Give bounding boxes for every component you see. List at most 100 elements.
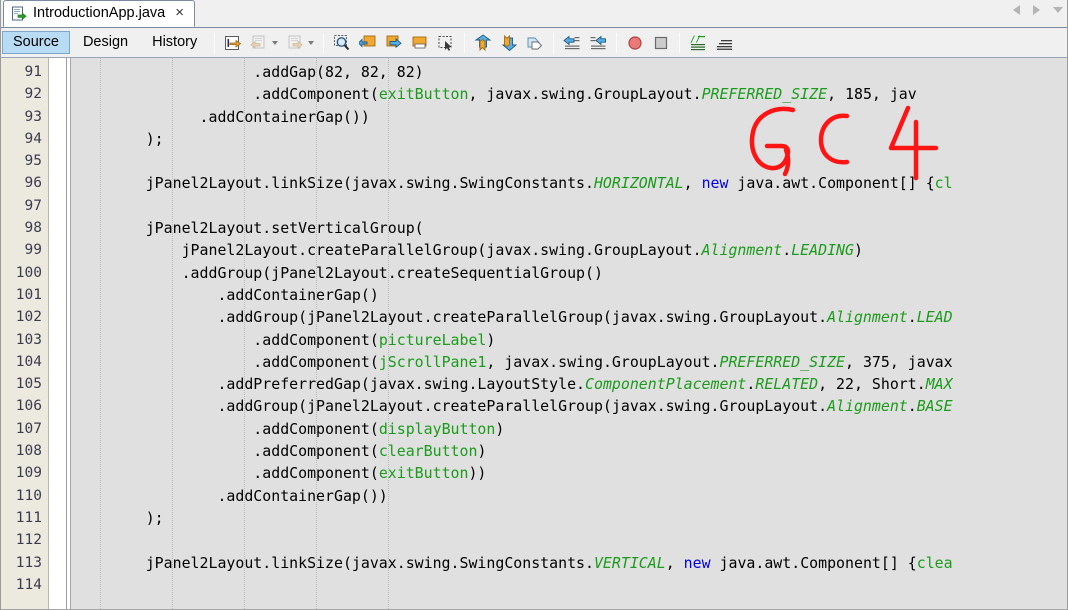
code-line: .addPreferredGap(javax.swing.LayoutStyle… bbox=[71, 373, 1067, 395]
code-token: clearButton bbox=[378, 442, 478, 461]
code-line: .addContainerGap()) bbox=[71, 485, 1067, 507]
toolbar-separator bbox=[553, 32, 555, 53]
code-token: MAX bbox=[925, 375, 953, 394]
code-line: .addComponent(clearButton) bbox=[71, 440, 1067, 462]
code-token: , javax.swing.GroupLayout. bbox=[468, 85, 702, 104]
line-number-gutter: 91 92 93 94 95 96 97 98 99 100 101 102 103 104 105 106 1… bbox=[1, 58, 49, 609]
code-line: jPanel2Layout.createParallelGroup(javax.… bbox=[71, 239, 1067, 261]
line-number: 99 bbox=[24, 242, 42, 259]
code-token: ) bbox=[486, 330, 496, 349]
code-line: .addGroup(jPanel2Layout.createParallelGr… bbox=[71, 306, 1067, 328]
find-selection-icon[interactable] bbox=[330, 31, 354, 55]
code-line: .addComponent(jScrollPane1, javax.swing.… bbox=[71, 351, 1067, 373]
toolbar-separator bbox=[679, 32, 681, 53]
tab-history[interactable]: History bbox=[141, 31, 208, 55]
find-previous-icon[interactable] bbox=[356, 31, 380, 55]
last-edit-back-dropdown-icon[interactable] bbox=[272, 40, 279, 45]
previous-bookmark-icon[interactable] bbox=[471, 31, 495, 55]
comment-icon[interactable]: // bbox=[686, 31, 710, 55]
stop-macro-recording-icon[interactable] bbox=[649, 31, 673, 55]
code-line: jPanel2Layout.setVerticalGroup( bbox=[71, 217, 1067, 239]
line-number: 97 bbox=[24, 197, 42, 214]
line-number: 109 bbox=[15, 465, 42, 482]
tab-design[interactable]: Design bbox=[72, 31, 139, 55]
toggle-bookmark-icon[interactable] bbox=[523, 31, 547, 55]
code-token: .addGroup(jPanel2Layout.createSequential… bbox=[74, 263, 603, 282]
code-token: jPanel2Layout.createParallelGroup(javax.… bbox=[74, 241, 702, 260]
code-token: . bbox=[907, 308, 917, 327]
code-token: Alignment bbox=[701, 241, 783, 260]
code-token: BASE bbox=[916, 397, 953, 416]
code-text-area[interactable]: .addGap(82, 82, 82) .addComponent(exitBu… bbox=[71, 58, 1067, 609]
code-token: LEAD bbox=[916, 308, 953, 327]
file-tab-label: IntroductionApp.java bbox=[33, 4, 166, 21]
toolbar-separator bbox=[464, 32, 466, 53]
rectangular-selection-pointer-icon[interactable] bbox=[434, 31, 458, 55]
line-number: 98 bbox=[24, 220, 42, 237]
code-token: .addComponent( bbox=[74, 464, 379, 483]
code-line: ); bbox=[71, 128, 1067, 150]
code-token: Alignment bbox=[827, 308, 908, 327]
file-tab-introductionapp-java[interactable]: IntroductionApp.java × bbox=[3, 0, 195, 27]
close-icon[interactable]: × bbox=[171, 5, 186, 22]
netbeans-editor-window: IntroductionApp.java × Source Design His… bbox=[0, 0, 1068, 610]
code-token: , 185, jav bbox=[827, 85, 917, 104]
line-number: 112 bbox=[15, 532, 42, 549]
code-token: LEADING bbox=[791, 241, 854, 260]
line-number: 114 bbox=[15, 576, 42, 593]
code-token: new bbox=[701, 174, 729, 193]
line-number: 110 bbox=[15, 487, 42, 504]
line-number: 113 bbox=[15, 554, 42, 571]
view-tab-group: Source Design History bbox=[1, 28, 209, 57]
code-token: )) bbox=[468, 464, 487, 483]
source-editor[interactable]: 91 92 93 94 95 96 97 98 99 100 101 102 103 104 105 106 1… bbox=[1, 58, 1067, 609]
tab-list-dropdown-icon[interactable] bbox=[1053, 7, 1063, 13]
line-number: 101 bbox=[15, 286, 42, 303]
toolbar-separator bbox=[323, 32, 325, 53]
shift-line-left-icon[interactable] bbox=[560, 31, 584, 55]
last-edit-back-icon[interactable] bbox=[247, 31, 271, 55]
tab-scroll-right-icon[interactable] bbox=[1033, 5, 1040, 15]
tab-source[interactable]: Source bbox=[2, 30, 70, 55]
last-edit-forward-icon[interactable] bbox=[283, 31, 307, 55]
find-next-icon[interactable] bbox=[382, 31, 406, 55]
toggle-rectangular-selection-icon[interactable] bbox=[408, 31, 432, 55]
code-token: exitButton bbox=[378, 85, 469, 104]
code-token: . bbox=[907, 397, 917, 416]
start-macro-recording-icon[interactable] bbox=[623, 31, 647, 55]
code-line: .addComponent(displayButton) bbox=[71, 418, 1067, 440]
code-token: java.awt.Component[] { bbox=[728, 174, 935, 193]
code-token: VERTICAL bbox=[593, 553, 666, 572]
code-token: ) bbox=[477, 442, 487, 461]
code-token: .addContainerGap() bbox=[74, 285, 379, 304]
line-number: 93 bbox=[24, 108, 42, 125]
code-token: jPanel2Layout.linkSize(javax.swing.Swing… bbox=[74, 174, 594, 193]
code-token: , 375, javax bbox=[845, 352, 953, 371]
line-number: 103 bbox=[15, 331, 42, 348]
code-line: jPanel2Layout.linkSize(javax.swing.Swing… bbox=[71, 172, 1067, 194]
line-number: 95 bbox=[24, 153, 42, 170]
line-number: 94 bbox=[24, 130, 42, 147]
next-bookmark-icon[interactable] bbox=[497, 31, 521, 55]
shift-line-right-icon[interactable] bbox=[586, 31, 610, 55]
code-token: clea bbox=[916, 553, 953, 572]
glyph-margin[interactable] bbox=[49, 58, 67, 609]
code-token: jScrollPane1 bbox=[378, 352, 487, 371]
last-edit-forward-dropdown-icon[interactable] bbox=[308, 40, 315, 45]
uncomment-icon[interactable] bbox=[712, 31, 736, 55]
code-token: .addComponent( bbox=[74, 352, 379, 371]
code-token: ) bbox=[853, 241, 863, 260]
code-token: .addContainerGap()) bbox=[74, 107, 370, 126]
code-line: .addGap(82, 82, 82) bbox=[71, 61, 1067, 83]
code-line: .addComponent(exitButton)) bbox=[71, 462, 1067, 484]
code-line: .addGroup(jPanel2Layout.createSequential… bbox=[71, 262, 1067, 284]
line-number: 96 bbox=[24, 175, 42, 192]
code-token: , bbox=[683, 174, 702, 193]
code-line: .addComponent(pictureLabel) bbox=[71, 329, 1067, 351]
editor-toolbar: Source Design History // bbox=[1, 28, 1067, 58]
tab-scroll-left-icon[interactable] bbox=[1013, 5, 1020, 15]
toggle-highlight-icon[interactable] bbox=[221, 31, 245, 55]
code-token: .addGroup(jPanel2Layout.createParallelGr… bbox=[74, 397, 828, 416]
line-number: 111 bbox=[15, 509, 42, 526]
